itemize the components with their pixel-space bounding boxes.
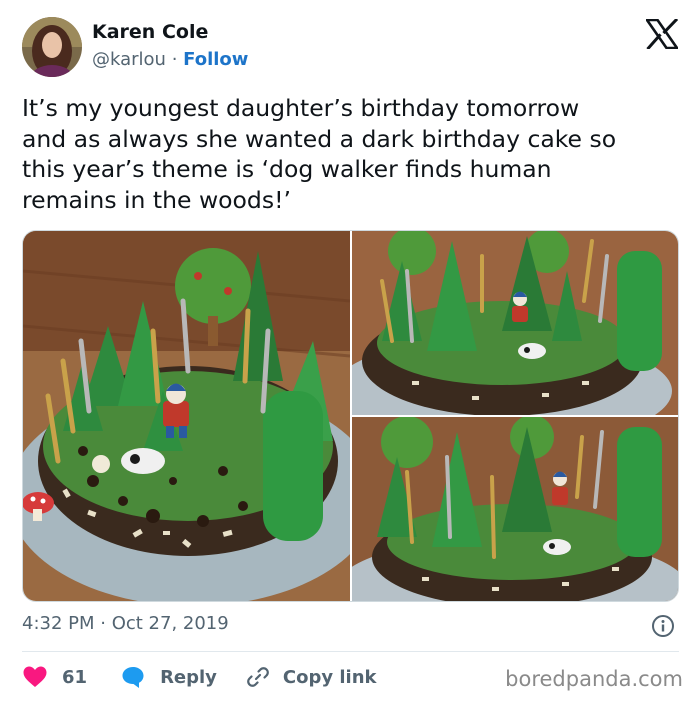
like-count: 61: [62, 666, 88, 688]
handle-separator: ·: [165, 49, 184, 70]
author-handle[interactable]: @karlou: [92, 49, 166, 70]
heart-icon: [23, 666, 47, 687]
follow-button[interactable]: Follow: [183, 49, 248, 70]
copy-link-label: Copy link: [282, 666, 377, 688]
info-icon[interactable]: [651, 614, 675, 638]
reply-label: Reply: [160, 666, 217, 688]
link-icon: [247, 667, 269, 687]
tweet-timestamp[interactable]: 4:32 PM · Oct 27, 2019: [22, 613, 229, 634]
divider: [22, 651, 679, 652]
author-avatar[interactable]: [22, 17, 82, 77]
like-button[interactable]: 61: [22, 665, 87, 689]
x-logo-icon[interactable]: [644, 17, 680, 51]
media-grid: [22, 230, 679, 602]
cake-photo-top-right[interactable]: [352, 231, 678, 415]
author-name[interactable]: Karen Cole: [92, 21, 208, 43]
author-handle-line: @karlou · Follow: [92, 49, 248, 70]
copy-link-button[interactable]: Copy link: [247, 666, 377, 688]
reply-button[interactable]: Reply: [121, 665, 217, 689]
watermark: boredpanda.com: [505, 667, 683, 691]
cake-photo-bottom-right[interactable]: [352, 417, 678, 601]
avatar-image: [22, 17, 82, 77]
cake-photo-main[interactable]: [23, 231, 350, 601]
action-bar: 61 Reply Copy link: [22, 663, 377, 691]
reply-bubble-icon: [122, 667, 144, 688]
tweet-text: It’s my youngest daughter’s birthday tom…: [22, 94, 617, 214]
